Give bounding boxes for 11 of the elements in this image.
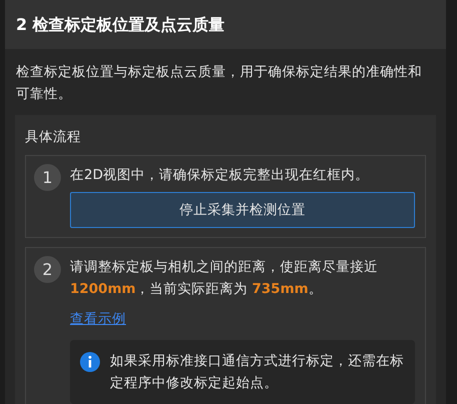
procedure-title: 具体流程 <box>25 128 82 147</box>
step-number: 1 <box>34 164 61 192</box>
step-text: 请调整标定板与相机之间的距离，使距离尽量接近 1200mm，当前实际距离为 735mm。 <box>70 258 379 300</box>
step-text: 在2D视图中，请确保标定板完整出现在红框内。 <box>70 166 370 186</box>
info-icon <box>80 352 100 372</box>
section-description: 检查标定板位置与标定板点云质量，用于确保标定结果的准确性和可靠性。 <box>15 63 423 104</box>
stop-and-detect-button[interactable]: 停止采集并检测位置 <box>70 192 415 228</box>
step-number: 2 <box>34 256 61 284</box>
note-text: 如果采用标准接口通信方式进行标定，还需在标定程序中修改标定起始点。 <box>110 352 405 394</box>
section-title: 2 检查标定板位置及点云质量 <box>16 14 225 34</box>
view-example-link[interactable]: 查看示例 <box>70 308 126 330</box>
